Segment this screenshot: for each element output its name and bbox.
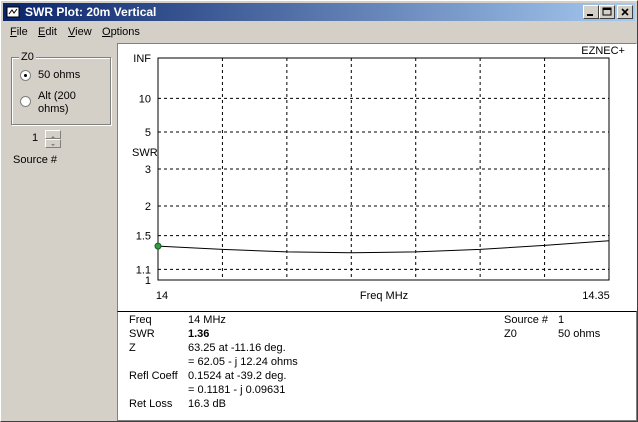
y-tick-label: 10 [139,93,151,105]
readout-source-value: 1 [558,314,565,326]
spin-up-button[interactable] [45,130,61,139]
minimize-icon [587,14,593,16]
spin-down-button[interactable] [45,139,61,148]
refl-coeff-label: Refl Coeff [129,370,178,382]
readout-source-label: Source # [504,314,549,326]
radio-50-ohms-label[interactable]: 50 ohms [38,69,80,81]
source-number-value: 1 [32,132,39,144]
swr-curve [157,240,610,254]
menu-edit[interactable]: Edit [38,26,57,38]
minimize-button[interactable] [583,5,599,19]
y-tick-label: 5 [145,127,151,139]
maximize-icon [602,7,612,16]
source-spinner[interactable] [45,130,61,148]
window-title: SWR Plot: 20m Vertical [25,5,157,19]
plot-panel: EZNEC+ SWR Freq MHz 14 14.35 INF 10 5 3 2 1.5… [117,43,637,313]
y-tick-label: INF [133,53,151,65]
radio-50-ohms[interactable] [20,70,31,81]
readout-panel: Freq 14 MHz SWR 1.36 Z 63.25 at -11.16 d… [117,311,637,421]
z0-group-title: Z0 [19,51,36,63]
app-icon [6,6,20,18]
z-rect-value: = 62.05 - j 12.24 ohms [188,356,298,368]
menu-options[interactable]: Options [102,26,140,38]
z-label: Z [129,342,136,354]
swr-label: SWR [129,328,155,340]
y-axis-label: SWR [132,147,158,159]
return-loss-value: 16.3 dB [188,398,226,410]
y-tick-label: 1 [145,275,151,287]
spin-down-icon [51,144,55,146]
freq-value: 14 MHz [188,314,226,326]
y-tick-label: 3 [145,164,151,176]
return-loss-label: Ret Loss [129,398,173,410]
menu-file[interactable]: File [10,26,28,38]
readout-z0-label: Z0 [504,328,517,340]
menu-view[interactable]: View [68,26,92,38]
brand-label: EZNEC+ [581,45,625,57]
radio-alt-ohms-label-line1[interactable]: Alt (200 [38,90,76,102]
y-tick-label: 2 [145,201,151,213]
freq-label: Freq [129,314,152,326]
swr-chart[interactable]: EZNEC+ SWR Freq MHz 14 14.35 INF 10 5 3 2 1.5… [118,44,636,312]
swr-value: 1.36 [188,328,210,340]
frequency-marker[interactable] [154,242,162,250]
source-label: Source # [13,154,58,166]
close-button[interactable] [617,5,633,19]
radio-alt-ohms[interactable] [20,96,31,107]
z-polar-value: 63.25 at -11.16 deg. [188,342,286,354]
refl-coeff-polar-value: 0.1524 at -39.2 deg. [188,370,287,382]
y-tick-label: 1.5 [136,231,151,243]
swr-plot-window: SWR Plot: 20m Vertical File Edit View Op… [0,0,638,422]
x-tick-min: 14 [156,290,168,302]
refl-coeff-rect-value: = 0.1181 - j 0.09631 [188,384,286,396]
left-panel: Z0 50 ohms Alt (200 ohms) 1 Source # [3,43,115,419]
x-tick-max: 14.35 [582,290,610,302]
title-bar[interactable]: SWR Plot: 20m Vertical [3,3,635,21]
close-icon [621,8,629,16]
radio-alt-ohms-label-line2[interactable]: ohms) [38,103,69,115]
maximize-button[interactable] [599,5,615,19]
x-axis-label: Freq MHz [360,290,408,302]
readout-z0-value: 50 ohms [558,328,601,340]
menu-bar: File Edit View Options [3,23,635,41]
